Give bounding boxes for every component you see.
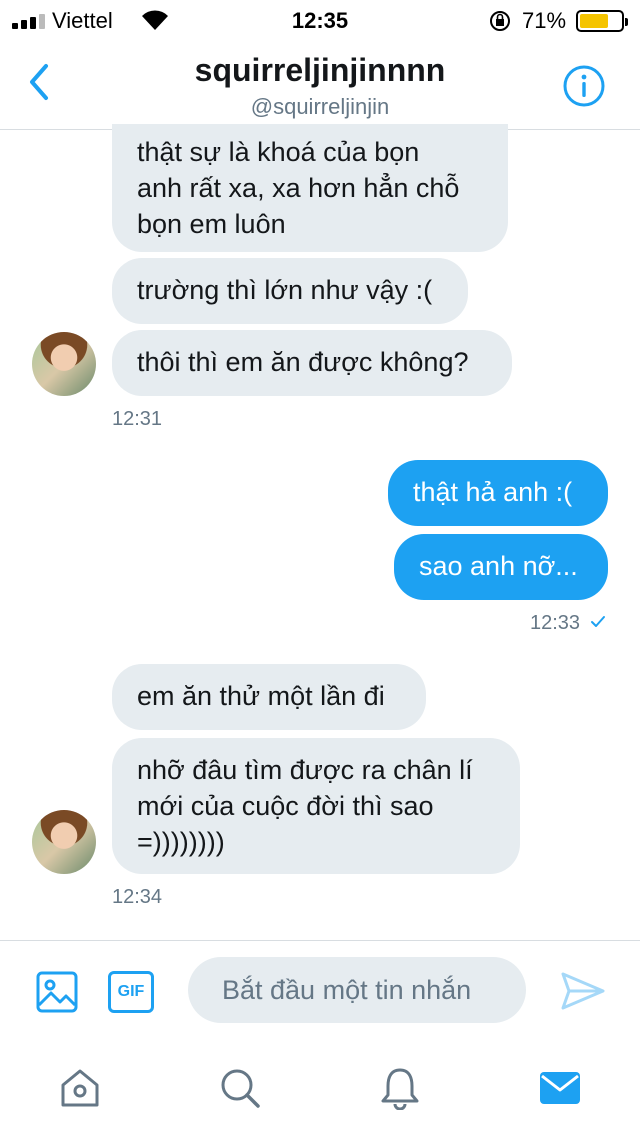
message-timestamp: 12:31	[112, 408, 163, 430]
battery-icon	[576, 10, 628, 32]
messages-icon[interactable]	[538, 1066, 582, 1110]
message-timestamp: 12:34	[112, 886, 163, 908]
notifications-icon[interactable]	[378, 1066, 422, 1110]
message-input[interactable]	[188, 957, 526, 1023]
conversation-header: squirreljinjinnnn @squirreljinjin	[0, 40, 640, 130]
message-line: bọn em luôn	[137, 209, 286, 239]
message-line: sao anh nỡ...	[419, 551, 578, 581]
tab-bar	[0, 1040, 640, 1136]
conversation-name[interactable]: squirreljinjinnnn	[0, 52, 640, 89]
message-bubble-incoming[interactable]: em ăn thử một lần đi	[112, 664, 426, 730]
sent-check-icon	[591, 616, 605, 627]
message-line: =))))))))	[137, 827, 225, 857]
message-line: thôi thì em ăn được không?	[137, 347, 469, 377]
status-bar: Viettel 12:35 71%	[0, 0, 640, 40]
message-bubble-outgoing[interactable]: sao anh nỡ...	[394, 534, 608, 600]
message-line: thật sự là khoá của bọn	[137, 137, 420, 167]
message-line: nhỡ đâu tìm được ra chân lí	[137, 755, 473, 785]
gif-button[interactable]: GIF	[108, 971, 154, 1013]
message-bubble-incoming[interactable]: thật sự là khoá của bọn anh rất xa, xa h…	[112, 124, 508, 252]
message-timestamp: 12:33	[530, 612, 581, 634]
send-icon[interactable]	[560, 971, 606, 1011]
message-line: em ăn thử một lần đi	[137, 681, 385, 711]
message-composer: GIF	[0, 940, 640, 1040]
image-icon[interactable]	[36, 971, 78, 1013]
search-icon[interactable]	[218, 1066, 262, 1110]
message-bubble-incoming[interactable]: thôi thì em ăn được không?	[112, 330, 512, 396]
message-bubble-outgoing[interactable]: thật hả anh :(	[388, 460, 608, 526]
message-line: trường thì lớn như vậy :(	[137, 275, 433, 305]
rotation-lock-icon	[490, 11, 510, 31]
avatar[interactable]	[32, 810, 96, 874]
message-bubble-incoming[interactable]: trường thì lớn như vậy :(	[112, 258, 468, 324]
battery-percent: 71%	[522, 8, 567, 33]
info-button[interactable]	[562, 64, 606, 108]
avatar[interactable]	[32, 332, 96, 396]
conversation-handle: @squirreljinjin	[250, 94, 390, 119]
home-icon[interactable]	[58, 1066, 102, 1110]
message-bubble-incoming[interactable]: nhỡ đâu tìm được ra chân lí mới của cuộc…	[112, 738, 520, 874]
message-line: mới của cuộc đời thì sao	[137, 791, 434, 821]
message-line: thật hả anh :(	[413, 477, 573, 507]
message-line: anh rất xa, xa hơn hẳn chỗ	[137, 173, 460, 203]
